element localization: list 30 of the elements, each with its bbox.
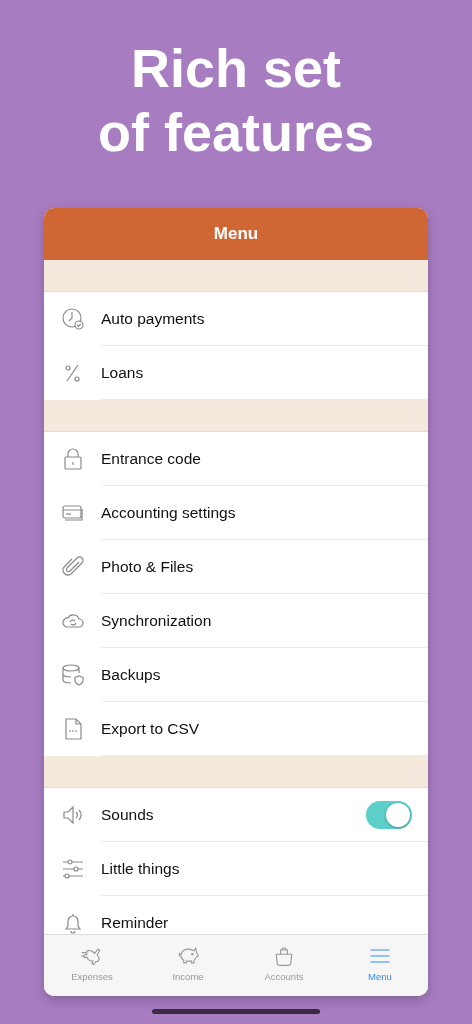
speaker-icon	[61, 803, 85, 827]
paperclip-icon	[61, 555, 85, 579]
menu-item[interactable]: Photo & Files	[44, 540, 428, 594]
item-label: Auto payments	[101, 309, 205, 328]
item-label: Little things	[101, 859, 180, 878]
item-label: Accounting settings	[101, 503, 236, 522]
menu-item[interactable]: Synchronization	[44, 594, 428, 648]
clock-check-icon	[61, 307, 85, 331]
menu-item[interactable]: Auto payments	[44, 292, 428, 346]
item-label: Entrance code	[101, 449, 201, 468]
item-label: Photo & Files	[101, 557, 194, 576]
toggle-switch[interactable]	[366, 800, 412, 829]
menu-item[interactable]: Accounting settings	[44, 486, 428, 540]
sliders-icon	[61, 857, 85, 881]
item-label: Export to CSV	[101, 719, 200, 738]
item-label: Reminder	[101, 914, 169, 932]
headline: of features	[97, 101, 375, 164]
menu-item[interactable]: Little things	[44, 842, 428, 896]
menu-item[interactable]: Reminder	[44, 896, 428, 934]
headline: Rich set	[130, 37, 342, 100]
item-label: Backups	[101, 665, 161, 684]
menu-item[interactable]: Sounds	[44, 788, 428, 842]
menu-item[interactable]: Entrance code	[44, 432, 428, 486]
screen-title: Menu	[213, 224, 259, 244]
menu-item[interactable]: Backups	[44, 648, 428, 702]
item-label: Synchronization	[101, 611, 212, 630]
item-label: Sounds	[101, 805, 154, 824]
database-shield-icon	[61, 663, 85, 687]
padlock-icon	[61, 447, 85, 471]
item-label: Loans	[101, 363, 144, 382]
